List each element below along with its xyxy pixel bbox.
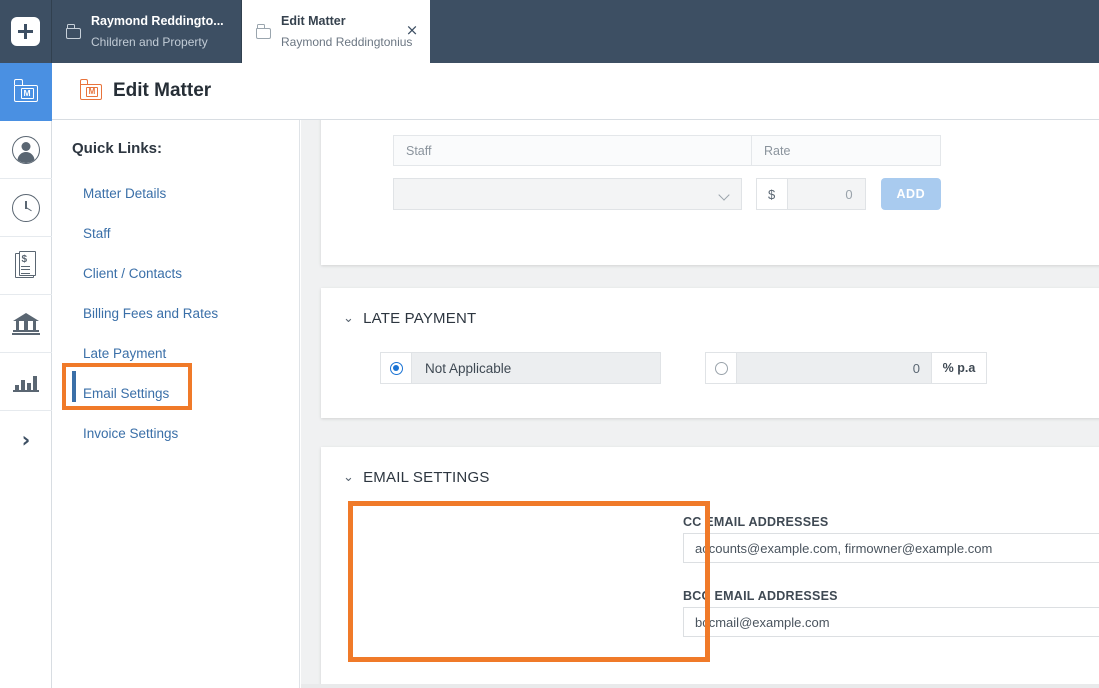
email-settings-section-header[interactable]: ⌄ EMAIL SETTINGS	[321, 447, 1099, 486]
tab-edit-matter[interactable]: Edit Matter Raymond Reddingtonius ×	[242, 0, 430, 63]
rail-item-contacts[interactable]	[0, 121, 52, 179]
sidebar-item-email-settings[interactable]: Email Settings	[52, 373, 299, 413]
rate-input-group: $ 0	[755, 178, 866, 210]
column-header-rate: Rate	[764, 143, 791, 158]
dollar-symbol: $	[21, 253, 28, 265]
chevron-down-icon: ⌄	[343, 470, 355, 485]
matter-folder-icon: M	[13, 78, 39, 103]
sidebar-item-billing-fees-and-rates[interactable]: Billing Fees and Rates	[52, 293, 299, 333]
main-content-scroll[interactable]: Staff Rate $ 0 ADD ⌄ LATE PAYMENT Not Ap…	[301, 120, 1099, 688]
tab-subtitle: Raymond Reddingtonius	[281, 34, 413, 49]
interest-rate-unit: % p.a	[932, 352, 987, 384]
bcc-email-label: BCC EMAIL ADDRESSES	[683, 589, 838, 603]
staff-select[interactable]	[393, 178, 742, 210]
sidebar-item-staff[interactable]: Staff	[52, 213, 299, 253]
tab-title: Edit Matter	[281, 14, 346, 29]
folder-icon	[256, 24, 272, 39]
quick-links-panel: Quick Links: Matter Details Staff Client…	[52, 120, 300, 688]
cc-email-input[interactable]: accounts@example.com, firmowner@example.…	[683, 533, 1099, 563]
section-title: LATE PAYMENT	[363, 310, 477, 327]
section-title: EMAIL SETTINGS	[363, 469, 490, 486]
radio-cell[interactable]	[380, 352, 411, 384]
invoice-document-icon: $	[15, 250, 37, 279]
radio-not-applicable[interactable]	[389, 361, 403, 375]
chevron-right-icon: ›	[21, 427, 31, 452]
page-title: Edit Matter	[113, 80, 212, 101]
sidebar-item-matter-details[interactable]: Matter Details	[52, 173, 299, 213]
email-settings-card: ⌄ EMAIL SETTINGS CC EMAIL ADDRESSES acco…	[321, 447, 1099, 688]
table-row: $ 0 ADD	[393, 178, 941, 210]
not-applicable-label: Not Applicable	[411, 352, 661, 384]
tab-title: Raymond Reddingto...	[91, 14, 224, 29]
rail-item-invoices[interactable]: $	[0, 237, 52, 295]
person-icon	[12, 135, 40, 164]
sidebar-item-late-payment[interactable]: Late Payment	[52, 333, 299, 373]
late-payment-section-header[interactable]: ⌄ LATE PAYMENT	[321, 288, 1099, 327]
bcc-email-input[interactable]: bccmail@example.com	[683, 607, 1099, 637]
icon-rail: M $ ›	[0, 63, 52, 688]
matter-folder-icon: M	[80, 79, 103, 102]
column-header-staff: Staff	[394, 136, 752, 165]
table-header-row: Staff Rate	[393, 135, 941, 166]
matter-icon-letter: M	[20, 88, 34, 99]
tab-bar: Raymond Reddingto... Children and Proper…	[0, 0, 1099, 63]
bank-icon	[12, 312, 40, 335]
page-header: M Edit Matter	[52, 63, 1099, 120]
rail-item-expand[interactable]: ›	[0, 411, 52, 469]
close-icon[interactable]: ×	[404, 22, 420, 38]
add-button[interactable]: ADD	[880, 178, 941, 210]
staff-rate-table: Staff Rate $ 0 ADD	[393, 135, 941, 210]
late-payment-options: Not Applicable 0 % p.a	[380, 352, 987, 384]
rail-item-time[interactable]	[0, 179, 52, 237]
interest-rate-input[interactable]: 0	[736, 352, 932, 384]
plus-icon	[11, 17, 40, 46]
tab-raymond-reddington[interactable]: Raymond Reddingto... Children and Proper…	[52, 0, 242, 63]
radio-interest-rate[interactable]	[714, 361, 728, 375]
new-tab-button[interactable]	[0, 0, 52, 63]
radio-cell[interactable]	[705, 352, 736, 384]
not-applicable-option[interactable]: Not Applicable	[380, 352, 661, 384]
cc-email-label: CC EMAIL ADDRESSES	[683, 515, 829, 529]
interest-rate-option[interactable]: 0 % p.a	[705, 352, 987, 384]
rail-item-matters[interactable]: M	[0, 63, 52, 121]
rate-input[interactable]: 0	[786, 178, 866, 210]
folder-icon	[66, 24, 82, 39]
app-window: Raymond Reddingto... Children and Proper…	[0, 0, 1099, 688]
currency-symbol: $	[755, 178, 787, 210]
billing-rates-card: Staff Rate $ 0 ADD	[321, 120, 1099, 265]
late-payment-card: ⌄ LATE PAYMENT Not Applicable 0 % p.a	[321, 288, 1099, 418]
rail-item-reports[interactable]	[0, 353, 52, 411]
bar-chart-icon	[13, 372, 39, 392]
active-link-indicator	[72, 371, 76, 402]
rail-item-trust[interactable]	[0, 295, 52, 353]
bottom-edge	[301, 684, 1099, 688]
matter-icon-letter: M	[86, 86, 98, 97]
sidebar-item-client-contacts[interactable]: Client / Contacts	[52, 253, 299, 293]
clock-icon	[12, 193, 40, 222]
chevron-down-icon: ⌄	[343, 311, 355, 326]
sidebar-item-invoice-settings[interactable]: Invoice Settings	[52, 413, 299, 453]
tab-subtitle: Children and Property	[91, 34, 208, 49]
quick-links-heading: Quick Links:	[72, 140, 163, 157]
